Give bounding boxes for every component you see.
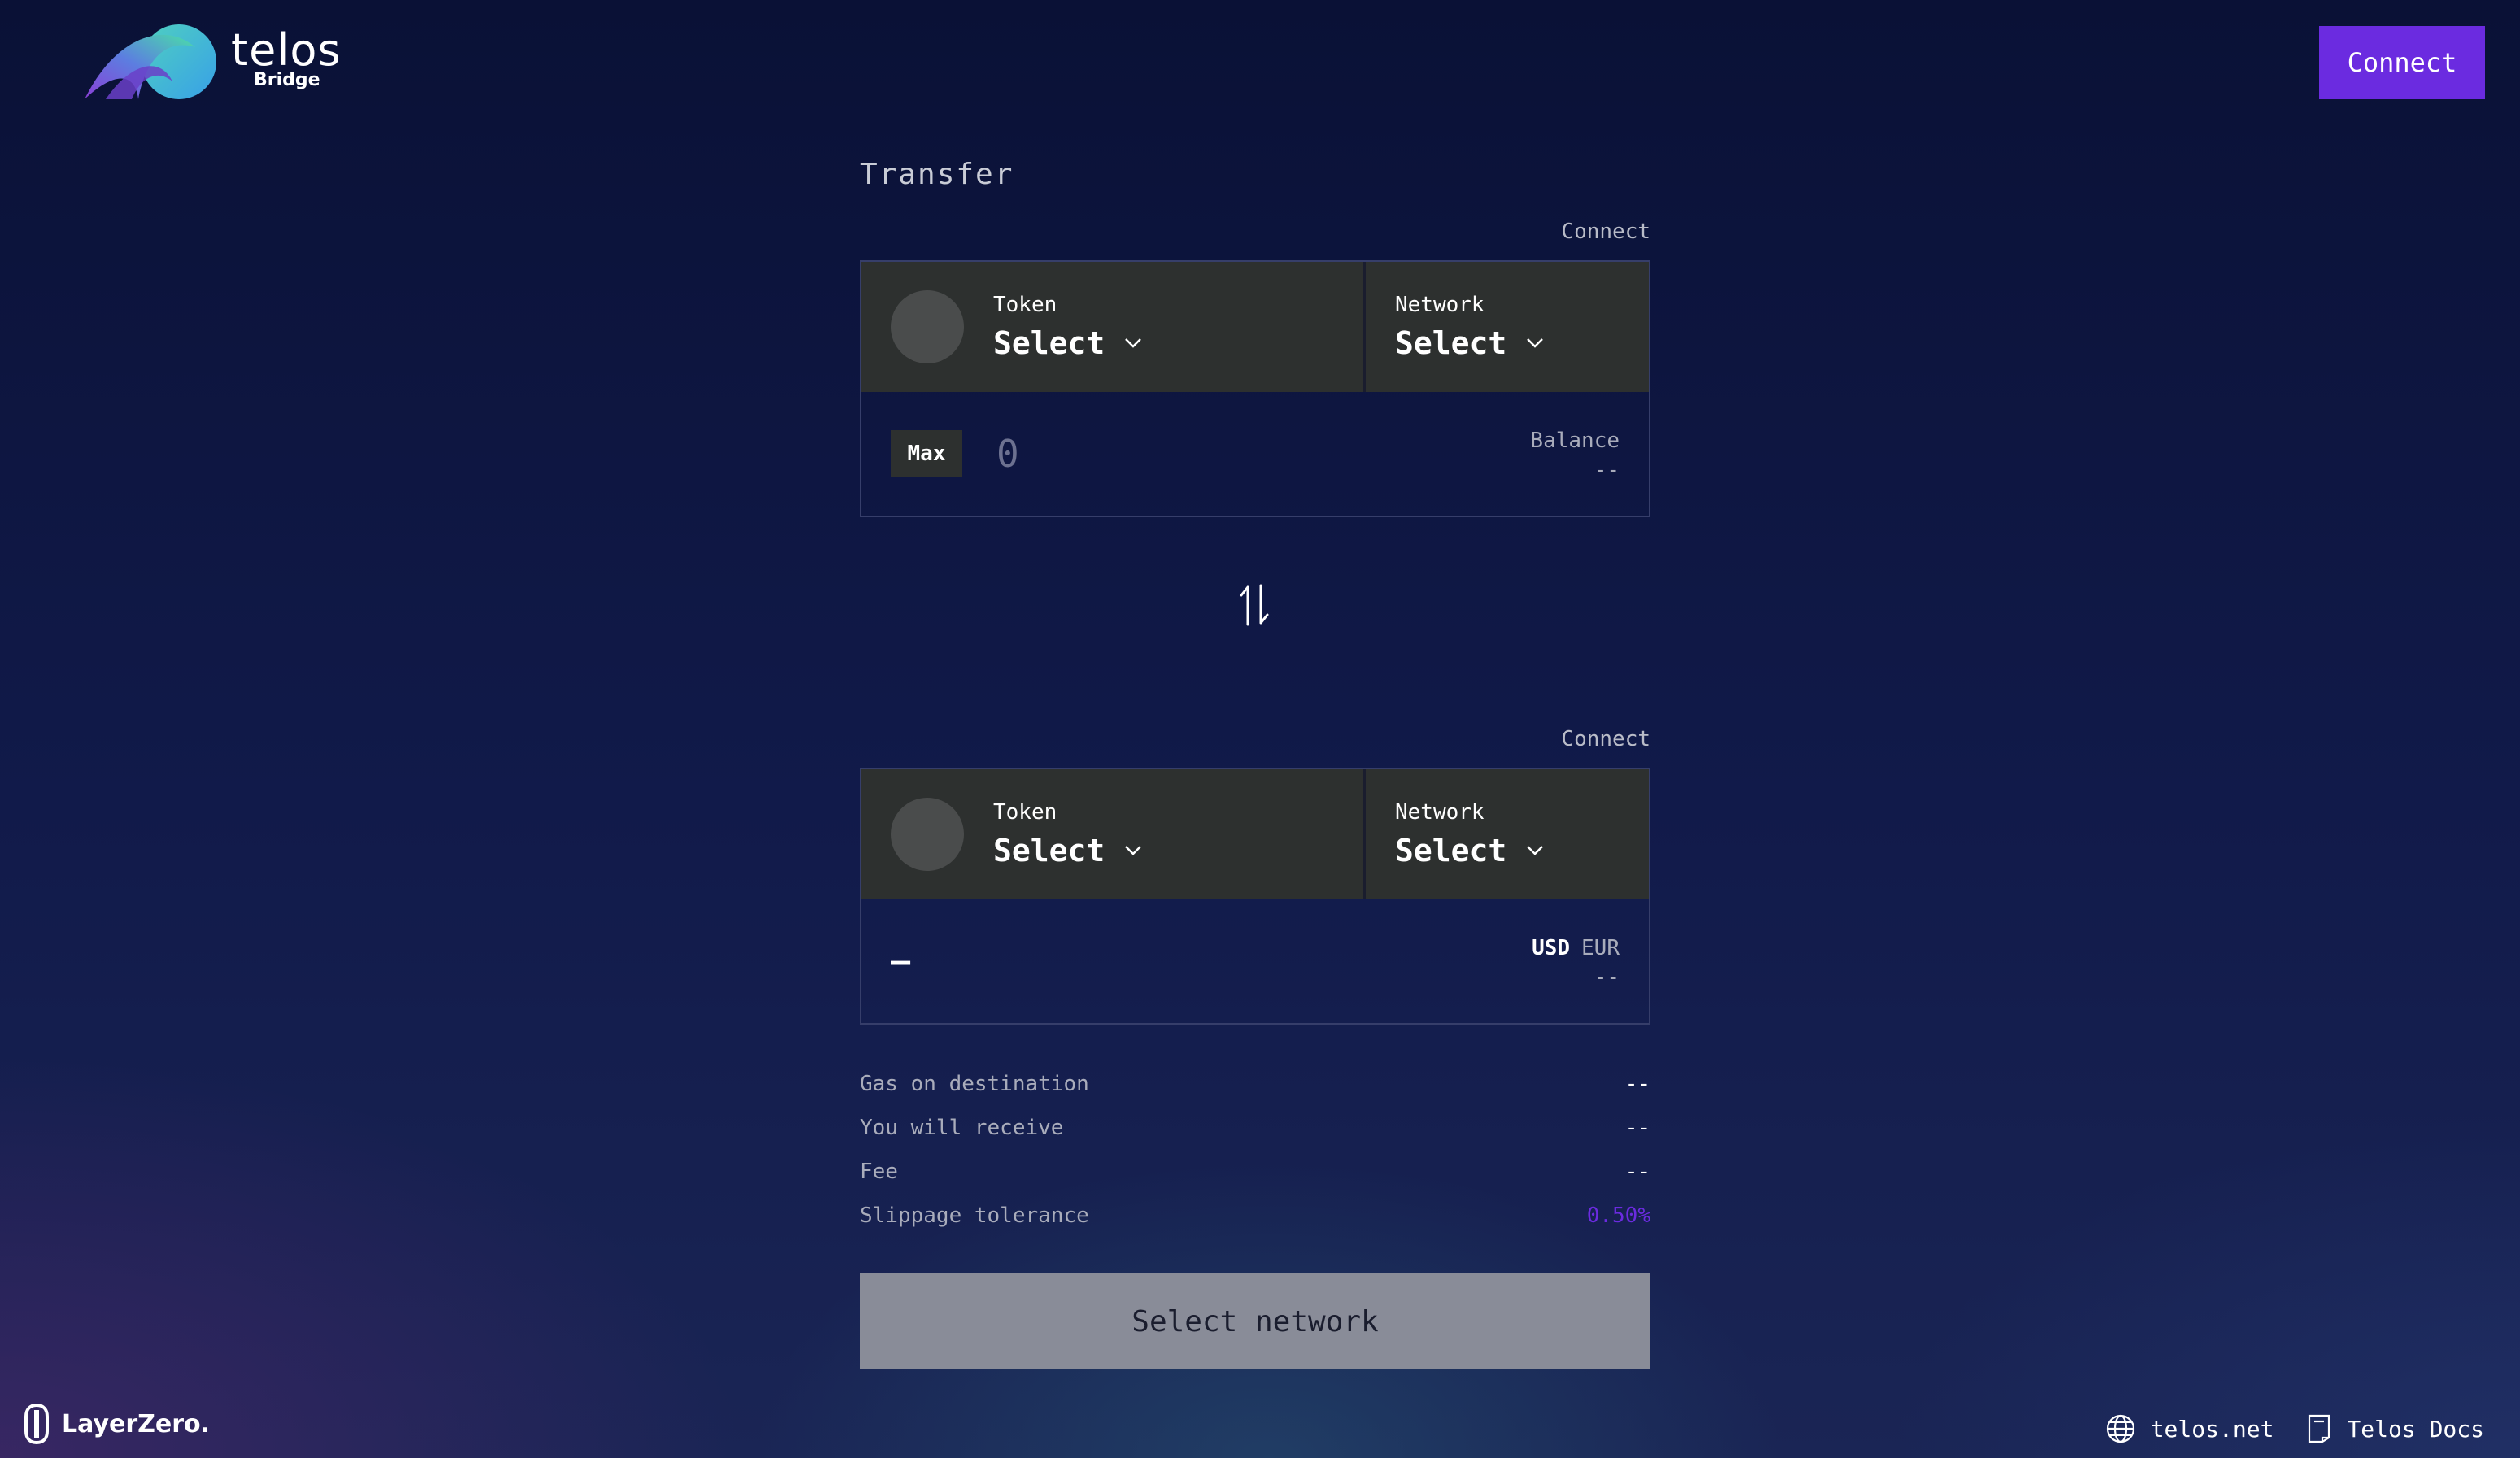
destination-card: Token Select Network Select – USD EUR -- xyxy=(860,768,1650,1025)
balance-value: -- xyxy=(1594,458,1620,482)
network-value: Select xyxy=(1395,833,1507,868)
telos-net-link[interactable]: telos.net xyxy=(2105,1413,2274,1444)
token-placeholder-icon xyxy=(891,290,964,363)
globe-icon xyxy=(2106,1414,2134,1443)
layerzero-logo-icon xyxy=(24,1403,49,1445)
source-card: Token Select Network Select Max 0 Balanc… xyxy=(860,260,1650,517)
destination-network-select[interactable]: Network Select xyxy=(1366,769,1649,899)
slippage-value[interactable]: 0.50% xyxy=(1587,1194,1650,1238)
select-network-button[interactable]: Select network xyxy=(860,1273,1650,1369)
detail-row: Fee -- xyxy=(860,1150,1650,1194)
network-value: Select xyxy=(1395,325,1507,361)
swap-area xyxy=(860,517,1650,711)
chevron-down-icon xyxy=(1527,338,1544,348)
receive-row: – USD EUR -- xyxy=(861,899,1649,1023)
max-button[interactable]: Max xyxy=(891,430,962,477)
layerzero-brand[interactable]: LayerZero. xyxy=(23,1402,210,1446)
telos-docs-link[interactable]: Telos Docs xyxy=(2306,1413,2484,1444)
amount-row: Max Balance -- xyxy=(861,392,1649,516)
detail-label: Slippage tolerance xyxy=(860,1203,1089,1228)
logo-subtitle: Bridge xyxy=(254,70,320,90)
network-label: Network xyxy=(1395,800,1485,825)
footer-links: telos.net Telos Docs xyxy=(2073,1413,2484,1444)
detail-row: Slippage tolerance 0.50% xyxy=(860,1194,1650,1238)
page-title: Transfer xyxy=(860,158,1014,191)
detail-value: -- xyxy=(1624,1160,1650,1184)
telos-logo-mark-icon xyxy=(85,24,216,99)
receive-amount: – xyxy=(891,942,911,980)
transfer-panel: Transfer Connect Token Select Network Se… xyxy=(860,146,1650,1369)
token-value: Select xyxy=(993,833,1105,868)
token-placeholder-icon xyxy=(891,798,964,871)
swap-direction-icon[interactable] xyxy=(1235,581,1275,629)
detail-label: Fee xyxy=(860,1160,898,1184)
amount-input[interactable] xyxy=(996,432,1403,476)
network-label: Network xyxy=(1395,293,1485,317)
telos-bridge-logo[interactable]: telos Bridge xyxy=(81,23,342,104)
docs-icon xyxy=(2309,1414,2330,1443)
token-label: Token xyxy=(993,800,1057,825)
destination-token-select[interactable]: Token Select xyxy=(861,769,1366,899)
source-token-select[interactable]: Token Select xyxy=(861,262,1366,392)
detail-value: -- xyxy=(1624,1072,1650,1096)
chevron-down-icon xyxy=(1125,338,1142,348)
chevron-down-icon xyxy=(1527,846,1544,855)
currency-usd-option[interactable]: USD xyxy=(1532,936,1570,960)
telos-net-label: telos.net xyxy=(2150,1415,2274,1443)
layerzero-label: LayerZero. xyxy=(62,1409,211,1438)
balance-display: Balance -- xyxy=(1530,426,1620,485)
token-value: Select xyxy=(993,325,1105,361)
token-label: Token xyxy=(993,293,1057,317)
header-connect-button[interactable]: Connect xyxy=(2319,26,2485,99)
transfer-details: Gas on destination -- You will receive -… xyxy=(860,1062,1650,1238)
destination-connect-link[interactable]: Connect xyxy=(860,711,1650,768)
currency-value: -- xyxy=(1594,965,1620,990)
detail-label: Gas on destination xyxy=(860,1072,1089,1096)
currency-eur-option[interactable]: EUR xyxy=(1581,936,1620,960)
source-selector-row: Token Select Network Select xyxy=(861,262,1649,392)
logo-wordmark: telos xyxy=(231,24,342,76)
destination-selector-row: Token Select Network Select xyxy=(861,769,1649,899)
source-network-select[interactable]: Network Select xyxy=(1366,262,1649,392)
chevron-down-icon xyxy=(1125,846,1142,855)
source-connect-link[interactable]: Connect xyxy=(860,203,1650,260)
detail-label: You will receive xyxy=(860,1116,1064,1140)
currency-toggle: USD EUR -- xyxy=(1532,934,1620,992)
balance-label: Balance xyxy=(1530,429,1620,453)
detail-row: Gas on destination -- xyxy=(860,1062,1650,1106)
telos-docs-label: Telos Docs xyxy=(2347,1415,2484,1443)
detail-row: You will receive -- xyxy=(860,1106,1650,1150)
detail-value: -- xyxy=(1624,1116,1650,1140)
